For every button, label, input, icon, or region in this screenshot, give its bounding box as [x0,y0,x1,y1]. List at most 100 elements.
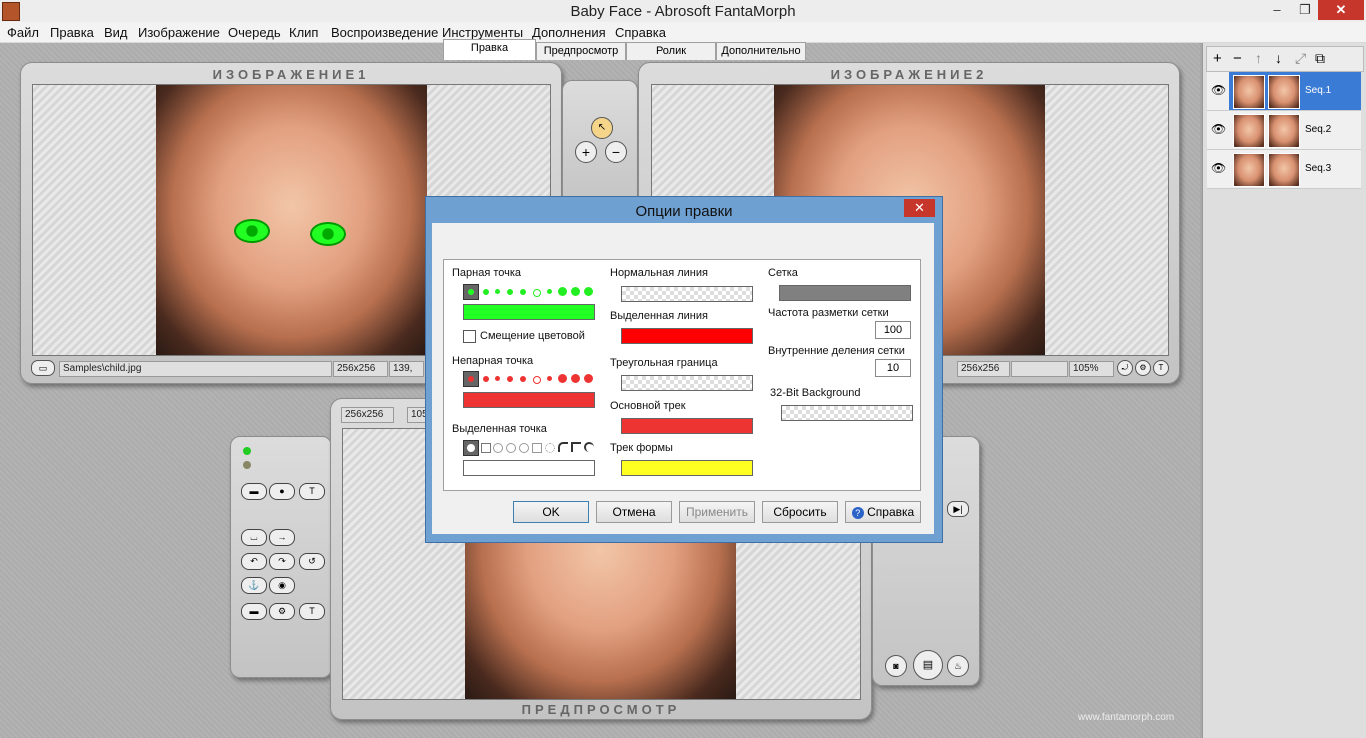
main-track-color[interactable] [621,418,753,434]
image2-zoom[interactable]: 105% [1069,361,1114,377]
help-button-label: Справка [867,505,915,519]
gear-icon[interactable]: ⚙ [269,603,295,620]
paired-point-style-picker[interactable] [463,284,595,300]
tab-edit[interactable]: Правка [443,39,536,60]
menu-addons[interactable]: Дополнения [532,25,606,40]
normal-line-color[interactable] [621,286,753,302]
fit-icon[interactable]: ⤾ [1117,360,1133,376]
menu-edit[interactable]: Правка [50,25,94,40]
expand-icon[interactable]: ⤢ [1295,50,1306,67]
warp-led-icon[interactable] [243,461,251,469]
shape-track-color[interactable] [621,460,753,476]
open-image-button[interactable]: ▭ [31,360,55,376]
select-tool-icon[interactable]: ↖ [591,117,613,139]
zoom-out-icon[interactable]: − [605,141,627,163]
triangle-border-color[interactable] [621,375,753,391]
sequence-thumb-1 [1233,114,1265,148]
tab-clip[interactable]: Ролик [626,42,716,60]
sequence-name: Seq.3 [1305,163,1332,174]
text-tool-icon[interactable]: T [299,483,325,500]
zoom-in-icon[interactable]: + [575,141,597,163]
curve2-icon[interactable]: ↷ [269,553,295,570]
settings-icon[interactable]: ⚙ [1135,360,1151,376]
move-up-icon[interactable]: ↑ [1255,50,1262,66]
dialog-close-button[interactable]: ✕ [904,199,935,217]
anchor-icon[interactable]: ⚓ [241,577,267,594]
face-tool-icon[interactable]: ● [269,483,295,500]
visibility-eye-icon[interactable]: 👁 [1211,161,1226,175]
image1-title: ИЗОБРАЖЕНИЕ1 [212,67,370,82]
text-icon[interactable]: T [1153,360,1169,376]
grid-frequency-input[interactable]: 100 [875,321,911,339]
color-offset-checkbox[interactable] [463,330,476,343]
bar-icon[interactable]: ▬ [241,603,267,620]
menu-tools[interactable]: Инструменты [442,25,523,40]
grid-color[interactable] [779,285,911,301]
menu-image[interactable]: Изображение [138,25,220,40]
sequence-row[interactable]: 👁 Seq.2 [1207,111,1361,150]
sequence-row[interactable]: 👁 Seq.1 [1207,72,1361,111]
next-frame-icon[interactable]: ▶| [947,501,969,517]
selected-point-label: Выделенная точка [452,423,547,435]
selected-point-style-picker[interactable] [463,440,595,456]
unpaired-point-style-picker[interactable] [463,371,595,387]
image1-photo [156,85,427,355]
menu-help[interactable]: Справка [615,25,666,40]
selected-line-color[interactable] [621,328,753,344]
export-icon[interactable]: ♨ [947,655,969,677]
selected-point-color[interactable] [463,460,595,476]
style-selected[interactable] [463,284,479,300]
move-down-icon[interactable]: ↓ [1275,50,1282,66]
line-tool-icon[interactable]: ▬ [241,483,267,500]
remove-sequence-icon[interactable]: − [1233,50,1242,67]
curve-icon[interactable]: ↶ [241,553,267,570]
paired-point-label: Парная точка [452,267,522,279]
reset-button[interactable]: Сбросить [762,501,838,523]
tab-advanced[interactable]: Дополнительно [716,42,806,60]
eye-icon[interactable]: ◉ [269,577,295,594]
paired-point-color[interactable] [463,304,595,320]
paired-point-marker[interactable] [234,219,270,243]
preview-size[interactable]: 256x256 [341,407,394,423]
unpaired-point-color[interactable] [463,392,595,408]
duplicate-icon[interactable]: ⧉ [1315,50,1325,67]
style-selected[interactable] [463,440,479,456]
text2-icon[interactable]: T [299,603,325,620]
menu-file[interactable]: Файл [7,25,39,40]
apply-button[interactable]: Применить [679,501,755,523]
ok-button[interactable]: OK [513,501,589,523]
paired-point-marker[interactable] [310,222,346,246]
close-button[interactable]: ✕ [1318,0,1364,20]
film-icon[interactable]: ▤ [913,650,943,680]
title-bar: Baby Face - Abrosoft FantaMorph – ❐ ✕ [0,0,1366,22]
minimize-button[interactable]: – [1264,0,1290,20]
tab-preview[interactable]: Предпросмотр [536,42,626,60]
menu-playback[interactable]: Воспроизведение [331,25,438,40]
grid-label: Сетка [768,267,798,279]
sequence-name: Seq.2 [1305,124,1332,135]
visibility-eye-icon[interactable]: 👁 [1211,122,1226,136]
arrow-right-icon[interactable]: → [269,529,295,546]
shape-track-label: Трек формы [610,442,673,454]
bg32-label: 32-Bit Background [770,387,861,399]
visibility-eye-icon[interactable]: 👁 [1211,83,1226,97]
menu-clip[interactable]: Клип [289,25,318,40]
maximize-button[interactable]: ❐ [1292,0,1318,20]
grid-frequency-label: Частота разметки сетки [768,307,889,319]
add-sequence-icon[interactable]: + [1213,50,1222,67]
grid-inner-input[interactable]: 10 [875,359,911,377]
menu-view[interactable]: Вид [104,25,128,40]
help-button[interactable]: ? Справка [845,501,921,523]
sequence-row[interactable]: 👁 Seq.3 [1207,150,1361,189]
style-selected[interactable] [463,371,479,387]
sequence-name: Seq.1 [1305,85,1332,96]
menu-queue[interactable]: Очередь [228,25,281,40]
morph-led-icon[interactable] [243,447,251,455]
bg32-color[interactable] [781,405,913,421]
camera-icon[interactable]: ◙ [885,655,907,677]
cancel-button[interactable]: Отмена [596,501,672,523]
curve3-icon[interactable]: ↺ [299,553,325,570]
color-offset-label: Смещение цветовой [480,330,585,342]
frame-icon[interactable]: ⌴ [241,529,267,546]
sequence-thumb-2 [1268,75,1300,109]
